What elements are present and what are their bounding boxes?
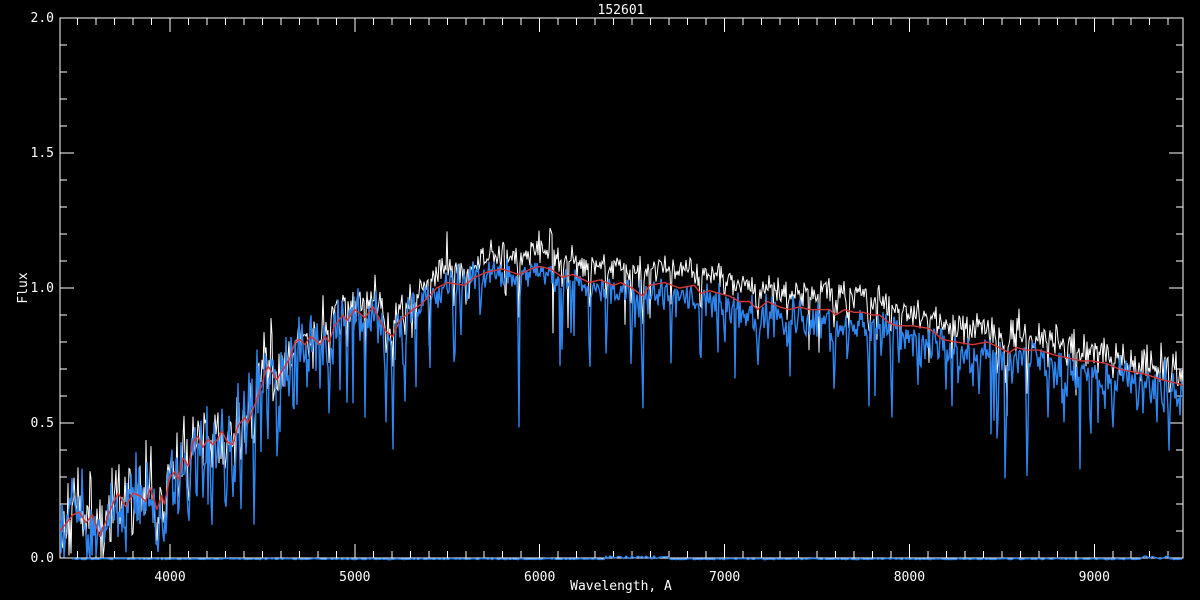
x-tick-label: 4000 [154,570,185,585]
y-tick-label: 1.5 [31,146,54,161]
x-tick-label: 5000 [339,570,370,585]
x-tick-label: 8000 [894,570,925,585]
spectrum-chart: 4000 5000 6000 7000 8000 90000.00.51.01.52.0 … [16,3,1184,594]
chart-title: 152601 [598,3,645,18]
y-tick-label: 1.0 [31,281,54,296]
y-axis-label: Flux [16,272,31,303]
spectrum-viewer: 4000 5000 6000 7000 8000 9000 0.0 0.5 1.0 1.5 2.0 … [0,0,1200,600]
y-tick-label: 2.0 [31,11,54,26]
x-tick-label: 7000 [709,570,740,585]
x-tick-label: 9000 [1079,570,1110,585]
raw-spectrum [60,227,1183,558]
x-axis-label: Wavelength, A [570,579,672,594]
observed-spectrum [60,258,1183,558]
y-tick-label: 0.0 [31,551,54,566]
y-tick-label: 0.5 [31,416,54,431]
x-tick-label: 6000 [524,570,555,585]
spectra [60,227,1183,561]
model-fit [60,265,1183,538]
